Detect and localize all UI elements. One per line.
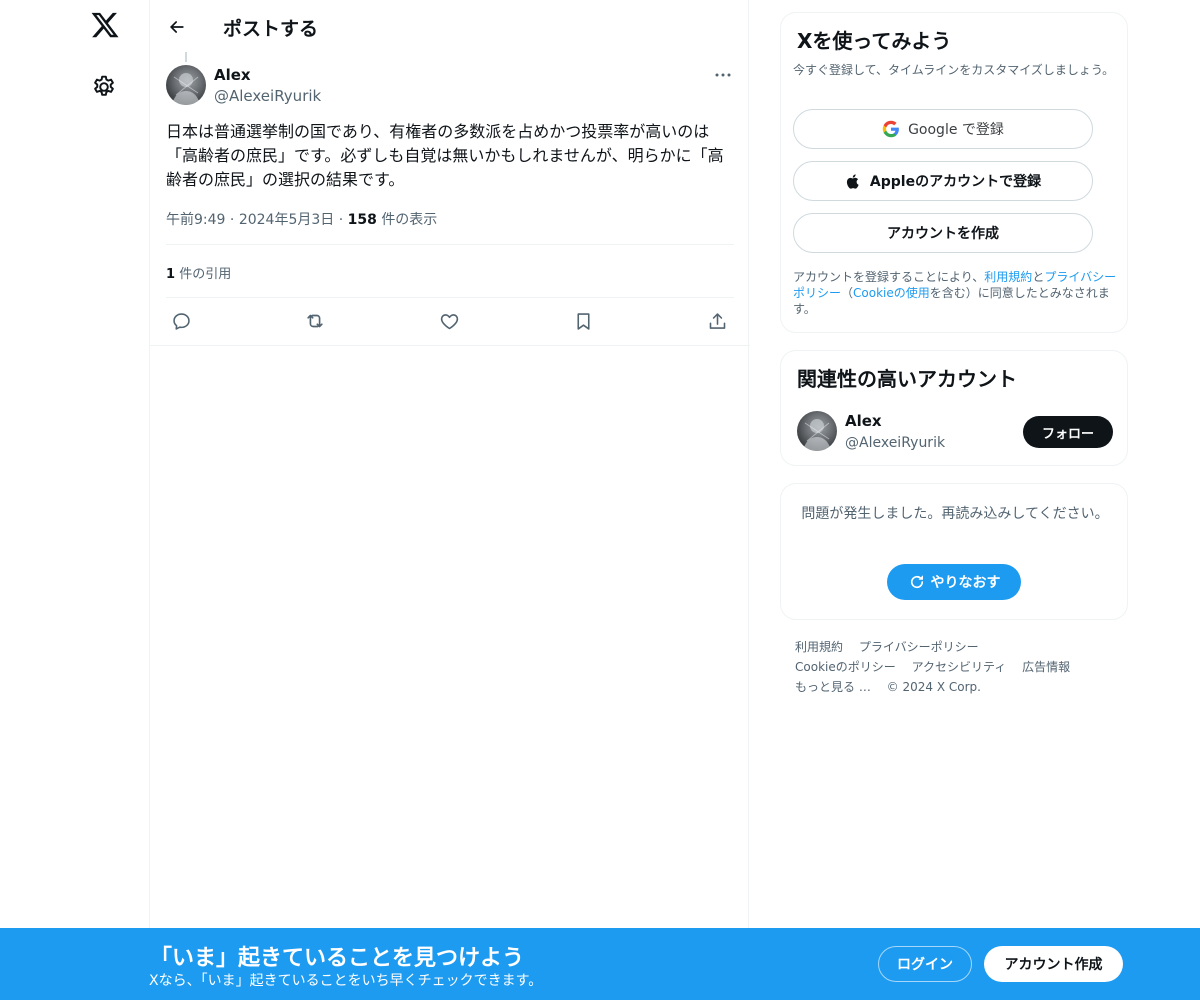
author-handle[interactable]: @AlexeiRyurik (214, 87, 321, 105)
copyright: © 2024 X Corp. (886, 680, 981, 694)
tweet-text: 日本は普通選挙制の国であり、有権者の多数派を占めかつ投票率が高いのは「高齢者の庶… (166, 122, 724, 189)
like-heart-icon[interactable] (434, 306, 464, 336)
follow-button[interactable]: フォロー (1023, 416, 1113, 448)
divider (150, 345, 750, 346)
google-signup-button[interactable]: Google で登録 (793, 109, 1093, 149)
terms-and: と (1032, 270, 1045, 284)
footer-links: 利用規約 プライバシーポリシー Cookieのポリシー アクセシビリティ 広告情… (795, 637, 1115, 697)
retweet-icon[interactable] (300, 306, 330, 336)
x-logo-icon[interactable] (90, 10, 120, 40)
bookmark-icon[interactable] (568, 306, 598, 336)
error-message: 問題が発生しました。再読み込みしてください。 (801, 506, 1109, 522)
error-card: 問題が発生しました。再読み込みしてください。 やりなおす (780, 483, 1128, 620)
refresh-icon (908, 573, 926, 591)
google-icon (882, 120, 900, 138)
reply-icon[interactable] (166, 306, 196, 336)
meta-separator: · (229, 212, 239, 228)
login-button[interactable]: ログイン (878, 946, 972, 982)
meta-separator: · (338, 212, 348, 228)
quotes-label: 件の引用 (179, 267, 232, 282)
signup-title: Xを使ってみよう (797, 29, 952, 53)
create-account-label: アカウントを作成 (887, 226, 999, 242)
related-title: 関連性の高いアカウント (797, 367, 1017, 391)
main-column: ポストする Alex @AlexeiRyurik 日本は普通選挙制の国であり、有… (149, 0, 750, 1000)
terms-prefix: アカウントを登録することにより、 (793, 270, 985, 284)
related-account-handle[interactable]: @AlexeiRyurik (845, 435, 945, 451)
apple-icon (845, 173, 862, 190)
footer-privacy-link[interactable]: プライバシーポリシー (859, 640, 979, 654)
back-arrow-icon[interactable] (162, 12, 192, 42)
more-icon[interactable] (708, 62, 738, 88)
views-label: 件の表示 (381, 212, 438, 228)
apple-signup-label: Appleのアカウントで登録 (869, 174, 1042, 190)
retry-label: やりなおす (930, 575, 1001, 591)
related-accounts-card: 関連性の高いアカウント Alex @AlexeiRyurik フォロー (780, 350, 1128, 466)
footer-more-link[interactable]: もっと見る … (795, 680, 871, 694)
footer-cookie-link[interactable]: Cookieのポリシー (795, 660, 896, 674)
signup-button[interactable]: アカウント作成 (984, 946, 1123, 982)
terms-notice: アカウントを登録することにより、利用規約とプライバシーポリシー（Cookieの使… (793, 269, 1123, 317)
banner-title: 「いま」起きていることを見つけよう (150, 946, 525, 971)
apple-signup-button[interactable]: Appleのアカウントで登録 (793, 161, 1093, 201)
related-account-name[interactable]: Alex (845, 412, 882, 430)
author-name[interactable]: Alex (214, 66, 251, 84)
page: ポストする Alex @AlexeiRyurik 日本は普通選挙制の国であり、有… (0, 0, 1200, 1000)
tweet-actions (166, 306, 734, 336)
avatar[interactable] (797, 411, 837, 451)
signup-banner: 「いま」起きていることを見つけよう Xなら、「いま」起きていることをいち早くチェ… (0, 928, 1200, 1000)
tweet-time[interactable]: 午前9:49 (166, 212, 225, 228)
avatar[interactable] (166, 65, 206, 105)
terms-link[interactable]: 利用規約 (984, 270, 1032, 284)
terms-paren: （ (841, 286, 854, 300)
page-title: ポストする (223, 18, 319, 40)
quotes-count: 1 (166, 267, 176, 282)
create-account-button[interactable]: アカウントを作成 (793, 213, 1093, 253)
tweet-date[interactable]: 2024年5月3日 (239, 212, 334, 228)
google-signup-label: Google で登録 (908, 122, 1004, 138)
tweet-meta: 午前9:49 · 2024年5月3日 · 158 件の表示 (166, 209, 437, 229)
divider (166, 297, 734, 298)
signup-card: Xを使ってみよう 今すぐ登録して、タイムラインをカスタマイズしましょう。 Goo… (780, 12, 1128, 333)
divider (166, 244, 734, 245)
share-icon[interactable] (702, 306, 732, 336)
banner-subtitle: Xなら、「いま」起きていることをいち早くチェックできます。 (149, 973, 543, 989)
post-header: ポストする (150, 0, 750, 53)
retry-button[interactable]: やりなおす (887, 564, 1021, 600)
signup-subtitle: 今すぐ登録して、タイムラインをカスタマイズしましょう。 (793, 63, 1115, 77)
footer-ads-link[interactable]: 広告情報 (1022, 660, 1070, 674)
views-count: 158 (347, 212, 377, 228)
thread-line (185, 52, 187, 62)
gear-icon[interactable] (91, 74, 119, 102)
cookie-link[interactable]: Cookieの使用 (853, 286, 930, 300)
quotes-link[interactable]: 1 件の引用 (166, 263, 231, 282)
footer-terms-link[interactable]: 利用規約 (795, 640, 843, 654)
footer-accessibility-link[interactable]: アクセシビリティ (912, 660, 1007, 674)
left-nav (75, 0, 135, 1000)
